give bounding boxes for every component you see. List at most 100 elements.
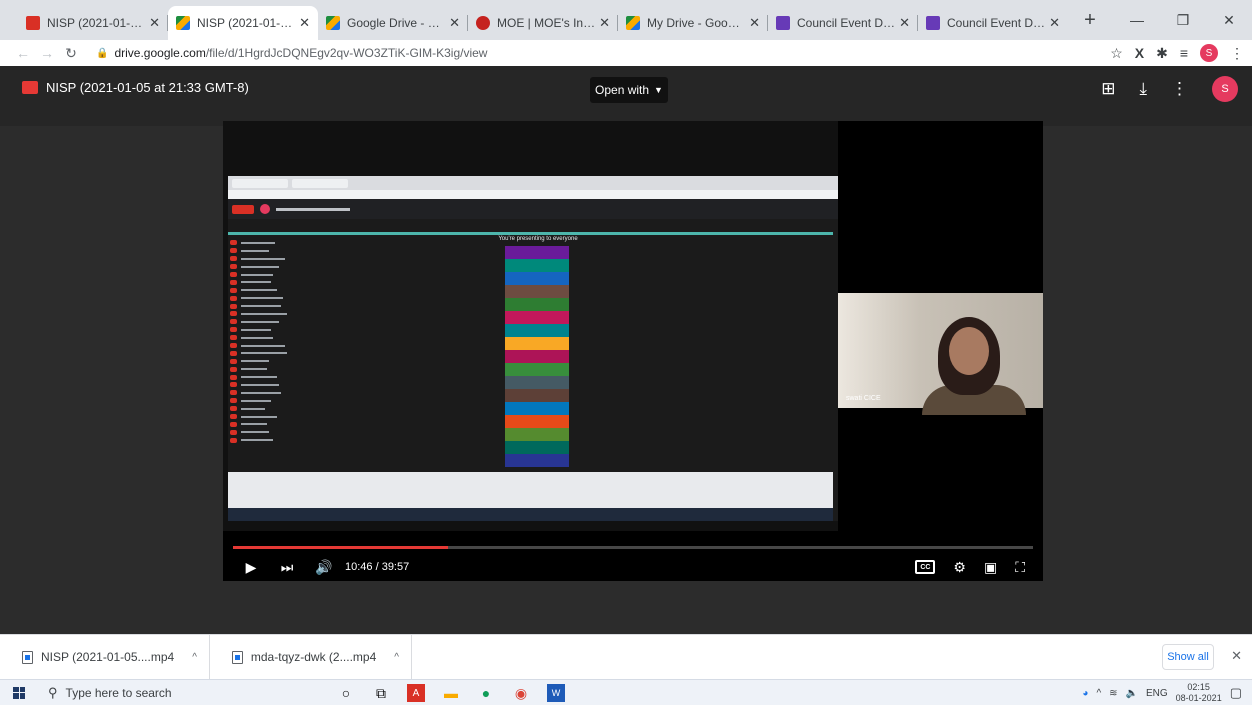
taskbar-search[interactable]: ⚲ Type here to search: [38, 680, 308, 705]
seek-bar[interactable]: [233, 546, 1033, 549]
new-tab-button[interactable]: +: [1076, 9, 1104, 32]
miniplayer-icon[interactable]: ▣: [984, 559, 997, 576]
extension-icons: ☆ X ✱ ≡ S ⋮: [1110, 40, 1244, 66]
forward-icon[interactable]: →: [36, 45, 58, 61]
url-host: drive.google.com: [114, 46, 206, 60]
start-button[interactable]: [0, 686, 38, 699]
tab-drive-nisp[interactable]: NISP (2021-01-05 at 2 ✕: [168, 6, 318, 40]
lock-icon[interactable]: 🔒: [96, 48, 108, 59]
recorded-participant-row: [228, 310, 328, 318]
bookmark-star-icon[interactable]: ☆: [1110, 45, 1123, 62]
menu-kebab-icon[interactable]: ⋮: [1230, 45, 1244, 62]
recorded-participant-name: [241, 383, 279, 386]
close-tab-icon[interactable]: ✕: [299, 15, 310, 31]
open-with-button[interactable]: Open with ▼: [590, 77, 668, 103]
fullscreen-icon[interactable]: ⛶: [1015, 559, 1025, 576]
close-tab-icon[interactable]: ✕: [1049, 15, 1060, 31]
download-item[interactable]: NISP (2021-01-05....mp4 ^: [0, 634, 210, 680]
close-tab-icon[interactable]: ✕: [599, 15, 610, 31]
chevron-up-icon[interactable]: ^: [192, 652, 197, 663]
recorded-divider: [228, 232, 833, 235]
restore-icon[interactable]: ❐: [1160, 12, 1206, 29]
add-comment-icon[interactable]: ⊞: [1101, 79, 1115, 99]
wifi-icon[interactable]: ≋: [1109, 688, 1117, 699]
captions-icon[interactable]: CC: [915, 560, 936, 574]
next-icon[interactable]: ⏭: [279, 559, 295, 576]
close-tab-icon[interactable]: ✕: [899, 15, 910, 31]
recorded-participant-name: [241, 305, 281, 308]
tab-council-event-2[interactable]: Council Event Details ✕: [918, 6, 1068, 40]
close-tab-icon[interactable]: ✕: [449, 15, 460, 31]
gmail-icon: [26, 16, 40, 30]
people-icon[interactable]: ◕: [1082, 688, 1088, 699]
windows-taskbar: ⚲ Type here to search ○ ⧉ A ▬ ● ◉ W ◕ ^ …: [0, 679, 1252, 705]
recorded-tab: [232, 178, 288, 188]
tab-title: My Drive - Google Dri: [647, 16, 745, 30]
recorded-participant-avatar: [230, 272, 237, 277]
download-icon[interactable]: ⤓: [1139, 79, 1147, 99]
recorded-participant-name: [241, 391, 281, 394]
recorded-participant-list: [228, 239, 328, 444]
tab-gmail-nisp[interactable]: NISP (2021-01-05 at 2 ✕: [18, 6, 168, 40]
minimize-icon[interactable]: —: [1114, 12, 1160, 28]
address-bar[interactable]: drive.google.com/file/d/1HgrdJcDQNEgv2qv…: [114, 46, 487, 60]
download-item[interactable]: mda-tqyz-dwk (2....mp4 ^: [210, 634, 412, 680]
acrobat-icon[interactable]: A: [407, 684, 425, 702]
recorded-participant-row: [228, 349, 328, 357]
recorded-participant-name: [241, 352, 287, 355]
recorded-participant-avatar: [230, 414, 237, 420]
back-icon[interactable]: ←: [12, 45, 34, 61]
tab-council-event-1[interactable]: Council Event Details ✕: [768, 6, 918, 40]
word-icon[interactable]: W: [547, 684, 565, 702]
volume-icon[interactable]: 🔊: [315, 559, 332, 576]
extensions-puzzle-icon[interactable]: ✱: [1156, 45, 1168, 62]
play-icon[interactable]: ▶: [243, 559, 259, 576]
tab-drive-virus-scan[interactable]: Google Drive - Virus sc ✕: [318, 6, 468, 40]
file-explorer-icon[interactable]: ▬: [442, 684, 460, 702]
recorded-participant-row: [228, 357, 328, 365]
viewer-profile-avatar[interactable]: S: [1212, 76, 1238, 102]
recorded-taskbar: [228, 508, 833, 521]
recorded-participant-avatar: [230, 398, 237, 404]
recorded-meet-controls: [228, 472, 833, 508]
speaker-icon[interactable]: 🔈: [1126, 688, 1138, 699]
recorded-screen-stripe: [505, 272, 569, 285]
extension-x-icon[interactable]: X: [1135, 45, 1144, 61]
profile-avatar[interactable]: S: [1200, 44, 1218, 62]
chevron-up-icon[interactable]: ^: [394, 652, 399, 663]
notifications-icon[interactable]: ▢: [1230, 685, 1242, 701]
player-right-controls: CC ⚙ ▣ ⛶: [915, 553, 1025, 581]
reading-list-icon[interactable]: ≡: [1180, 45, 1188, 61]
close-window-icon[interactable]: ✕: [1206, 12, 1252, 29]
tab-moe[interactable]: MOE | MOE's Innovatio ✕: [468, 6, 618, 40]
taskbar-clock[interactable]: 02:15 08-01-2021: [1176, 682, 1222, 704]
more-actions-icon[interactable]: ⋮: [1171, 79, 1188, 99]
recorded-participant-avatar: [230, 248, 237, 254]
chevron-up-icon[interactable]: ^: [1096, 688, 1101, 699]
reload-icon[interactable]: ↻: [60, 45, 82, 62]
close-shelf-icon[interactable]: ✕: [1231, 648, 1242, 664]
task-view-icon[interactable]: ⧉: [372, 684, 390, 702]
recorded-participant-row: [228, 342, 328, 350]
tab-title: Council Event Details: [947, 16, 1045, 30]
recorded-participant-name: [241, 431, 269, 434]
tab-my-drive[interactable]: My Drive - Google Dri ✕: [618, 6, 768, 40]
recorded-participant-name: [241, 257, 285, 260]
edge-icon[interactable]: ●: [477, 684, 495, 702]
recorded-participant-avatar: [230, 374, 237, 380]
rec-badge: [232, 204, 254, 214]
viewer-title: NISP (2021-01-05 at 21:33 GMT-8): [22, 80, 249, 95]
recorded-screen-stripe: [505, 376, 569, 389]
language-indicator[interactable]: ENG: [1146, 688, 1168, 699]
recorded-screen-stripe: [505, 363, 569, 376]
show-all-button[interactable]: Show all: [1162, 644, 1214, 670]
close-tab-icon[interactable]: ✕: [749, 15, 760, 31]
settings-gear-icon[interactable]: ⚙: [953, 559, 966, 576]
cortana-icon[interactable]: ○: [337, 684, 355, 702]
close-tab-icon[interactable]: ✕: [149, 15, 160, 31]
chevron-down-icon: ▼: [654, 85, 663, 95]
chrome-icon[interactable]: ◉: [512, 684, 530, 702]
recorded-participant-name: [241, 320, 279, 323]
video-player[interactable]: You're presenting to everyone swati CICE: [223, 121, 1043, 581]
system-tray: ◕ ^ ≋ 🔈 ENG 02:15 08-01-2021 ▢: [1082, 680, 1242, 705]
